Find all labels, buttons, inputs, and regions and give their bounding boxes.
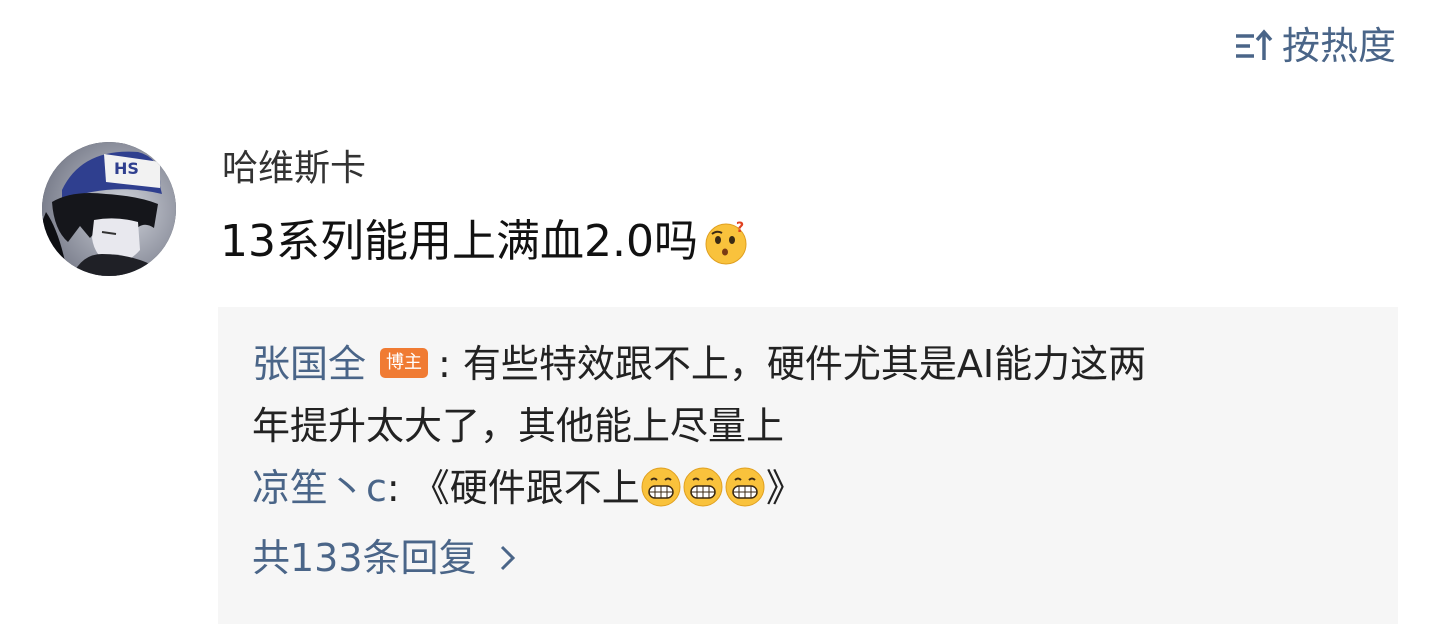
- reply-item[interactable]: 张国全 博主: 有些特效跟不上，硬件尤其是AI能力这两: [252, 333, 1364, 395]
- avatar-image: HS: [42, 142, 176, 276]
- sort-icon: [1235, 29, 1273, 60]
- reply-text-end: 》: [765, 466, 804, 510]
- comment-page: 按热度 HS 哈维斯卡 13系列能用上满血2.0吗 ? 张国全 博主: 有些特…: [0, 0, 1440, 624]
- reply-author[interactable]: 凉笙丶c: [252, 466, 387, 510]
- grin-emoji: [683, 467, 723, 506]
- reply-colon: :: [386, 466, 400, 510]
- reply-item[interactable]: 凉笙丶c: 《硬件跟不上 》: [252, 457, 1364, 519]
- view-more-replies-link[interactable]: 共133条回复: [252, 527, 517, 589]
- reply-colon: :: [438, 342, 451, 386]
- sort-label: 按热度: [1281, 24, 1396, 68]
- comment-username[interactable]: 哈维斯卡: [222, 146, 366, 192]
- svg-text:?: ?: [736, 220, 744, 236]
- svg-text:HS: HS: [114, 159, 139, 178]
- reply-text-line1: 有些特效跟不上，硬件尤其是AI能力这两: [450, 342, 1147, 386]
- user-avatar[interactable]: HS: [42, 142, 176, 276]
- grin-emoji: [725, 467, 765, 506]
- chevron-right-icon: [500, 545, 515, 571]
- reply-text-line2: 年提升太大了，其他能上尽量上: [252, 404, 785, 448]
- sort-by-hot-button[interactable]: 按热度: [1234, 22, 1396, 70]
- more-replies-label: 共133条回复: [252, 536, 477, 580]
- reply-text: 《硬件跟不上: [399, 466, 640, 510]
- reply-preview-box: 张国全 博主: 有些特效跟不上，硬件尤其是AI能力这两 年提升太大了，其他能上尽量…: [218, 307, 1398, 624]
- comment-body: 13系列能用上满血2.0吗 ?: [220, 212, 750, 272]
- grin-emoji: [641, 467, 681, 506]
- reply-author[interactable]: 张国全: [252, 342, 366, 386]
- author-badge: 博主: [380, 347, 429, 378]
- thinking-face-emoji: ?: [705, 220, 747, 265]
- comment-text: 13系列能用上满血2.0吗: [220, 216, 698, 267]
- reply-text-continued: 年提升太大了，其他能上尽量上: [252, 395, 1364, 457]
